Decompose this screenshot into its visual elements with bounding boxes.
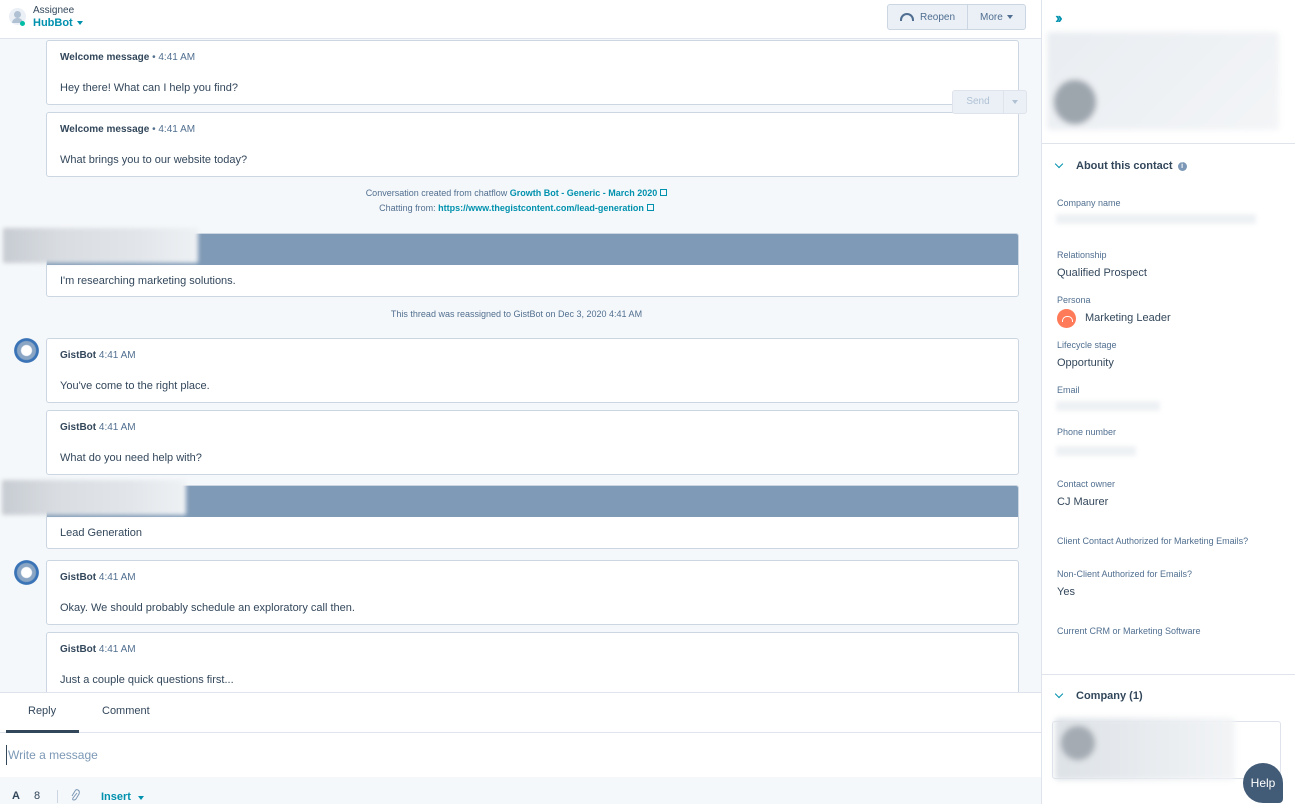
redacted-phone (1056, 446, 1136, 456)
about-contact-title: About this contact (1076, 160, 1173, 172)
message-text: Hey there! What can I help you find? (60, 82, 238, 94)
chatflow-link[interactable]: Growth Bot - Generic - March 2020 (510, 188, 658, 198)
property-label: Current CRM or Marketing Software (1057, 626, 1201, 636)
redacted-company-logo (1061, 726, 1095, 760)
assignee-label: Assignee (33, 5, 75, 16)
company-section-header[interactable]: Company (1) (1076, 690, 1143, 702)
reopen-label: Reopen (920, 11, 956, 23)
chevron-down-icon (138, 796, 145, 800)
expand-sidebar-icon[interactable]: ›› (1055, 10, 1062, 28)
contact-sidebar: ›› About this contact i Company name Rela… (1041, 0, 1295, 804)
insert-label: Insert (101, 791, 131, 803)
property-label: Contact owner (1057, 479, 1116, 489)
message-card: Welcome message • 4:41 AM Hey there! Wha… (46, 40, 1019, 105)
send-button-group: Send (952, 90, 1027, 114)
message-meta: GistBot 4:41 AM (60, 644, 136, 655)
property-label: Phone number (1057, 427, 1117, 437)
assignee-dropdown[interactable]: HubBot (33, 17, 73, 29)
bot-avatar (14, 338, 39, 363)
redacted-email (1056, 401, 1160, 411)
conversation-header: Assignee HubBot Reopen More (0, 0, 1041, 39)
redacted-avatar (1054, 80, 1096, 124)
send-button[interactable]: Send (953, 91, 1003, 113)
header-actions: Reopen More (887, 4, 1026, 30)
property-label: Client Contact Authorized for Marketing … (1057, 536, 1249, 546)
property-value[interactable]: Opportunity (1057, 357, 1114, 369)
message-text: Just a couple quick questions first... (60, 674, 234, 686)
message-meta: GistBot 4:41 AM (60, 572, 136, 583)
reopen-button[interactable]: Reopen (888, 5, 967, 29)
reopen-icon (900, 13, 914, 21)
snippet-icon[interactable]: 8 (34, 790, 40, 802)
more-button[interactable]: More (967, 5, 1025, 29)
source-url-link[interactable]: https://www.thegistcontent.com/lead-gene… (438, 203, 644, 213)
external-link-icon (646, 204, 654, 211)
visitor-header-bar (47, 486, 1018, 517)
info-icon[interactable]: i (1177, 162, 1187, 171)
property-label: Non-Client Authorized for Emails? (1057, 569, 1193, 579)
online-status-dot (20, 21, 25, 26)
message-meta: Welcome message • 4:41 AM (60, 52, 196, 63)
reassigned-notice: This thread was reassigned to GistBot on… (390, 309, 643, 319)
message-text: Lead Generation (60, 527, 142, 539)
message-card: GistBot 4:41 AM Okay. We should probably… (46, 560, 1019, 625)
property-label: Relationship (1057, 250, 1107, 260)
toolbar-divider (57, 790, 58, 803)
insert-dropdown[interactable]: Insert (101, 791, 145, 803)
redacted-visitor-name (2, 480, 186, 515)
composer-toolbar: A 8 Insert (0, 777, 1041, 804)
tab-reply[interactable]: Reply (28, 705, 56, 717)
property-value[interactable]: Marketing Leader (1085, 312, 1171, 324)
message-meta: GistBot 4:41 AM (60, 422, 136, 433)
conversation-thread[interactable]: Welcome message • 4:41 AM Hey there! Wha… (0, 40, 1041, 692)
about-contact-header[interactable]: About this contact i (1076, 160, 1187, 172)
redacted-visitor-name (3, 228, 198, 263)
message-text: Okay. We should probably schedule an exp… (60, 602, 355, 614)
property-label: Persona (1057, 295, 1091, 305)
property-value[interactable]: Qualified Prospect (1057, 267, 1147, 279)
section-divider (1042, 143, 1295, 144)
message-card: GistBot 4:41 AM Just a couple quick ques… (46, 632, 1019, 692)
more-label: More (980, 11, 1003, 23)
help-button[interactable]: Help (1243, 763, 1283, 803)
message-card: Welcome message • 4:41 AM What brings yo… (46, 112, 1019, 177)
paperclip-icon[interactable] (70, 789, 80, 803)
active-tab-indicator (6, 730, 79, 733)
chevron-down-icon (1012, 100, 1018, 104)
chatflow-info: Conversation created from chatflow Growt… (0, 188, 1033, 198)
send-options-button[interactable] (1003, 91, 1026, 113)
message-text: What brings you to our website today? (60, 154, 248, 166)
tab-comment[interactable]: Comment (102, 705, 150, 717)
message-meta: Welcome message • 4:41 AM (60, 124, 196, 135)
message-text: I'm researching marketing solutions. (60, 275, 236, 287)
section-divider (1042, 674, 1295, 675)
visitor-message-card: Lead Generation (46, 485, 1019, 549)
property-label: Lifecycle stage (1057, 340, 1117, 350)
message-input[interactable] (6, 745, 906, 765)
message-card: GistBot 4:41 AM What do you need help wi… (46, 410, 1019, 475)
property-value[interactable]: Yes (1057, 586, 1075, 598)
redacted-company-name (1056, 214, 1256, 224)
chevron-down-icon[interactable] (1054, 689, 1064, 699)
property-label: Email (1057, 385, 1080, 395)
message-meta: GistBot 4:41 AM (60, 350, 136, 361)
chevron-down-icon (1006, 15, 1013, 19)
message-card: GistBot 4:41 AM You've come to the right… (46, 338, 1019, 403)
message-composer: Reply Comment A 8 Insert (0, 692, 1041, 804)
persona-icon (1057, 309, 1076, 328)
chevron-down-icon[interactable] (1054, 159, 1064, 169)
message-text: What do you need help with? (60, 452, 202, 464)
property-label: Company name (1057, 198, 1121, 208)
text-format-icon[interactable]: A (12, 790, 20, 802)
chatting-from-info: Chatting from: https://www.thegistconten… (0, 203, 1033, 213)
message-text: You've come to the right place. (60, 380, 210, 392)
bot-avatar (14, 560, 39, 585)
tabs-divider (0, 732, 1041, 733)
property-value[interactable]: CJ Maurer (1057, 496, 1108, 508)
chevron-down-icon[interactable] (77, 21, 83, 25)
external-link-icon (660, 189, 668, 196)
